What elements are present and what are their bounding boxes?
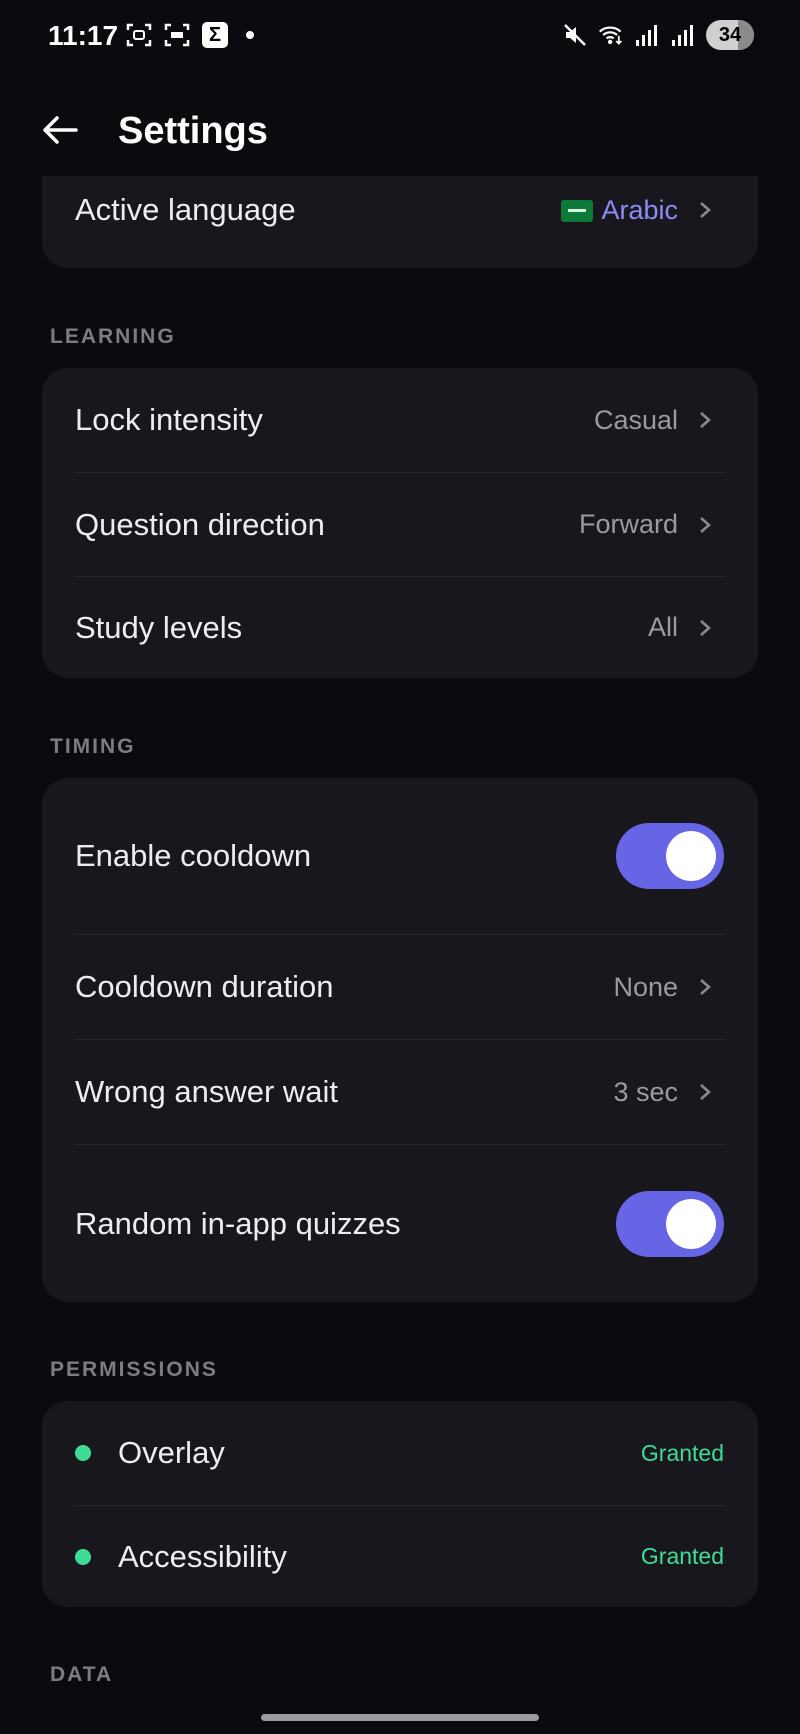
overlay-permission-row[interactable]: Overlay Granted: [42, 1401, 758, 1505]
row-value: Forward: [578, 509, 678, 539]
status-text: Granted: [640, 1543, 724, 1569]
permissions-card: Overlay Granted Accessibility Granted: [42, 1401, 758, 1607]
back-button[interactable]: [38, 108, 82, 152]
row-label: Active language: [75, 192, 296, 227]
toggle-knob: [666, 831, 716, 881]
active-language-row[interactable]: Active language Arabic: [42, 176, 758, 244]
chevron-right-icon: [700, 516, 711, 533]
study-levels-row[interactable]: Study levels All: [42, 577, 758, 678]
row-label: Random in-app quizzes: [75, 1205, 401, 1241]
chevron-right-icon: [700, 1084, 711, 1100]
question-direction-row[interactable]: Question direction Forward: [42, 473, 758, 576]
chevron-right-icon: [700, 619, 711, 636]
row-value: None: [613, 971, 678, 1002]
wrong-answer-wait-row[interactable]: Wrong answer wait 3 sec: [42, 1040, 758, 1144]
battery-icon: 34: [706, 20, 754, 50]
cooldown-duration-row[interactable]: Cooldown duration None: [42, 935, 758, 1039]
random-quizzes-toggle[interactable]: [616, 1190, 724, 1257]
arrow-left-icon: [43, 116, 78, 144]
language-card: Active language Arabic: [42, 176, 758, 268]
saudi-flag-icon: [561, 200, 594, 223]
enable-cooldown-row: Enable cooldown: [42, 778, 758, 934]
section-title-data: DATA: [50, 1663, 114, 1686]
enable-cooldown-toggle[interactable]: [616, 823, 724, 889]
status-dot: [75, 1445, 91, 1461]
mute-icon: [562, 22, 588, 48]
row-label: Study levels: [75, 609, 243, 645]
section-title-learning: LEARNING: [50, 325, 176, 348]
lock-intensity-row[interactable]: Lock intensity Casual: [42, 368, 758, 472]
status-time: 11:17: [48, 20, 119, 51]
page-title: Settings: [118, 110, 268, 152]
toggle-knob: [666, 1198, 716, 1249]
row-label: Accessibility: [118, 1538, 287, 1574]
signal-icon: [634, 22, 660, 48]
chevron-right-icon: [700, 412, 711, 428]
row-value: All: [647, 612, 678, 642]
notification-dot: [246, 31, 254, 39]
row-value: Casual: [593, 404, 678, 435]
row-label: Cooldown duration: [75, 969, 334, 1004]
signal-icon-2: [670, 22, 696, 48]
wifi-icon: [598, 22, 624, 48]
random-quizzes-row: Random in-app quizzes: [42, 1145, 758, 1302]
row-value: 3 sec: [613, 1076, 678, 1107]
status-dot: [75, 1548, 91, 1565]
learning-card: Lock intensity Casual Question direction…: [42, 368, 758, 678]
status-left-icons: Σ: [126, 22, 254, 48]
screenshot-icon: [126, 22, 152, 48]
chevron-right-icon: [700, 979, 711, 995]
language-value: Arabic: [561, 195, 678, 226]
row-label: Question direction: [75, 506, 325, 542]
accessibility-permission-row[interactable]: Accessibility Granted: [42, 1506, 758, 1607]
status-text: Granted: [640, 1439, 724, 1466]
status-right-icons: 34: [562, 20, 754, 50]
chevron-right-icon: [700, 202, 711, 218]
scan-icon: [164, 22, 190, 48]
section-title-permissions: PERMISSIONS: [50, 1358, 218, 1381]
home-indicator[interactable]: [261, 1714, 539, 1721]
status-bar: 11:17 Σ 34: [0, 0, 800, 76]
timing-card: Enable cooldown Cooldown duration None W…: [42, 778, 758, 1302]
section-title-timing: TIMING: [50, 735, 136, 758]
row-label: Enable cooldown: [75, 838, 312, 873]
header: Settings: [0, 90, 800, 170]
row-label: Wrong answer wait: [75, 1074, 339, 1109]
row-label: Overlay: [118, 1435, 225, 1470]
sigma-app-icon: Σ: [202, 22, 228, 48]
row-label: Lock intensity: [75, 402, 263, 437]
